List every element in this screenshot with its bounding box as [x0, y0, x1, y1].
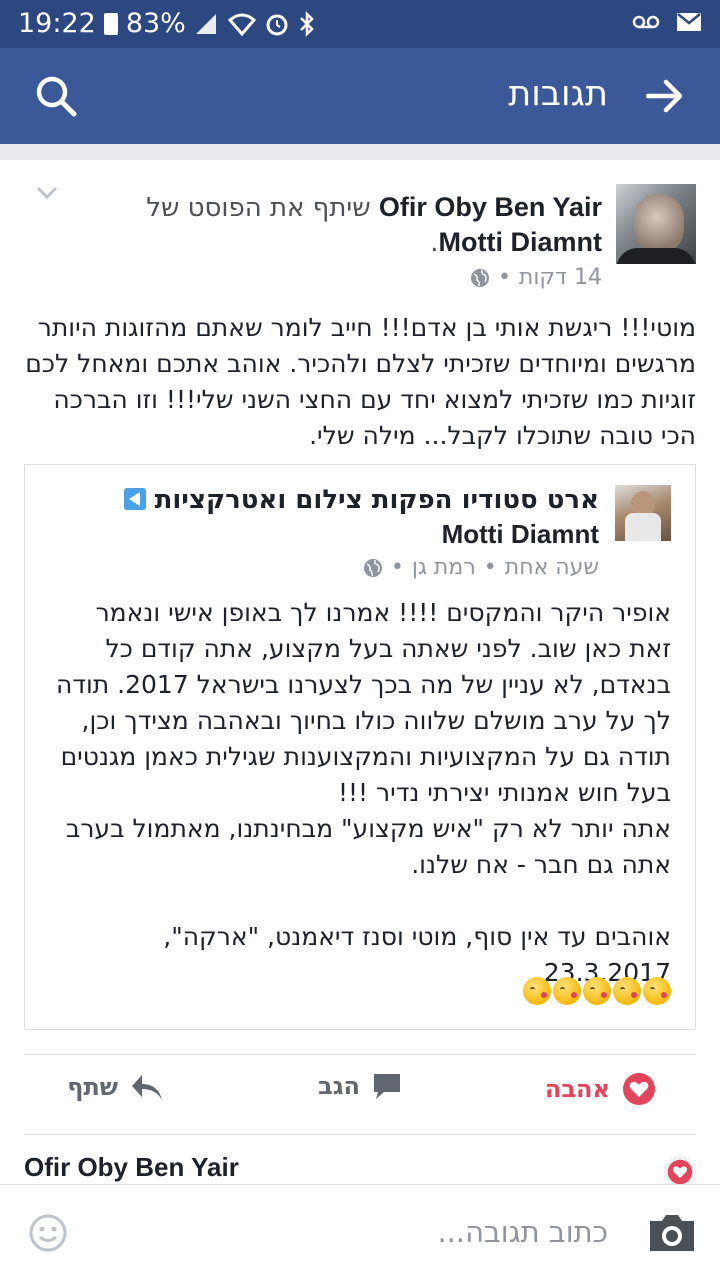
comment-button[interactable]: הגב	[318, 1072, 402, 1100]
love-button[interactable]: אהבה	[545, 1072, 656, 1106]
voicemail-icon	[632, 15, 660, 29]
post-meta: 14 דקות •	[470, 265, 602, 290]
shared-post-body: אופיר היקר והמקסים !!!! אמרנו לך באופן א…	[55, 598, 671, 987]
share-icon	[132, 1075, 162, 1100]
post-header: Ofir Oby Ben Yair שיתף את הפוסט של Motti…	[146, 192, 602, 258]
shared-post[interactable]: ארט סטודיו הפקות צילום ואטרקציות Motti D…	[24, 464, 696, 1030]
shared-owner-name[interactable]: Motti Diamnt	[439, 227, 602, 257]
battery-level: 83%	[125, 8, 186, 39]
shared-post-meta: שעה אחת • רמת גן •	[363, 555, 599, 580]
camera-icon[interactable]	[646, 1211, 698, 1255]
status-time: 19:22	[18, 8, 96, 39]
bluetooth-icon	[299, 10, 314, 37]
comment-composer: כתוב תגובה...	[0, 1184, 720, 1280]
app-bar: תגובות	[0, 48, 720, 144]
wifi-icon	[227, 13, 256, 36]
comment-label: הגב	[318, 1072, 360, 1100]
shared-post-time[interactable]: שעה אחת	[505, 555, 599, 580]
shared-post-owner[interactable]: Motti Diamnt	[442, 519, 599, 549]
globe-icon	[470, 268, 489, 287]
alarm-icon	[266, 14, 288, 35]
page-title: תגובות	[508, 74, 608, 114]
kissing-face-icon	[643, 977, 671, 1005]
share-button[interactable]: שתף	[67, 1072, 164, 1102]
search-icon[interactable]	[34, 74, 78, 118]
share-label: שתף	[67, 1073, 118, 1101]
shared-action-text: שיתף את הפוסט של	[146, 193, 371, 223]
shared-post-location[interactable]: רמת גן	[412, 555, 476, 580]
kissing-face-icon	[553, 977, 581, 1005]
globe-icon	[363, 558, 382, 577]
back-arrow-icon[interactable]	[644, 76, 684, 116]
comment-input[interactable]: כתוב תגובה...	[437, 1215, 608, 1249]
post-card: Ofir Oby Ben Yair שיתף את הפוסט של Motti…	[0, 160, 720, 1280]
emoji-picker-icon[interactable]	[28, 1213, 68, 1253]
battery-icon	[103, 12, 118, 35]
post-body: מוטי!!! ריגשת אותי בן אדם!!! חייב לומר ש…	[25, 313, 696, 450]
chevron-down-icon[interactable]	[36, 186, 58, 200]
author-avatar[interactable]	[616, 184, 696, 264]
post-time[interactable]: 14 דקות	[519, 265, 602, 290]
shared-post-header: ארט סטודיו הפקות צילום ואטרקציות Motti D…	[59, 483, 599, 552]
love-label: אהבה	[544, 1075, 610, 1103]
author-name[interactable]: Ofir Oby Ben Yair	[379, 192, 602, 222]
emoji-row	[523, 977, 671, 1005]
signal-icon	[195, 13, 216, 34]
status-bar: 19:22 83%	[0, 0, 720, 48]
heart-icon	[623, 1073, 655, 1105]
action-bar: אהבה הגב שתף	[0, 1054, 720, 1134]
kissing-face-icon	[523, 977, 551, 1005]
kissing-face-icon	[613, 977, 641, 1005]
shared-page-avatar[interactable]	[615, 485, 671, 541]
shared-page-name[interactable]: ארט סטודיו הפקות צילום ואטרקציות	[155, 485, 599, 515]
mail-icon	[677, 13, 701, 31]
comment-author[interactable]: Ofir Oby Ben Yair	[24, 1152, 239, 1183]
play-arrow-icon	[123, 488, 146, 510]
kissing-face-icon	[583, 977, 611, 1005]
comment-icon	[374, 1074, 400, 1099]
divider	[24, 1134, 696, 1135]
